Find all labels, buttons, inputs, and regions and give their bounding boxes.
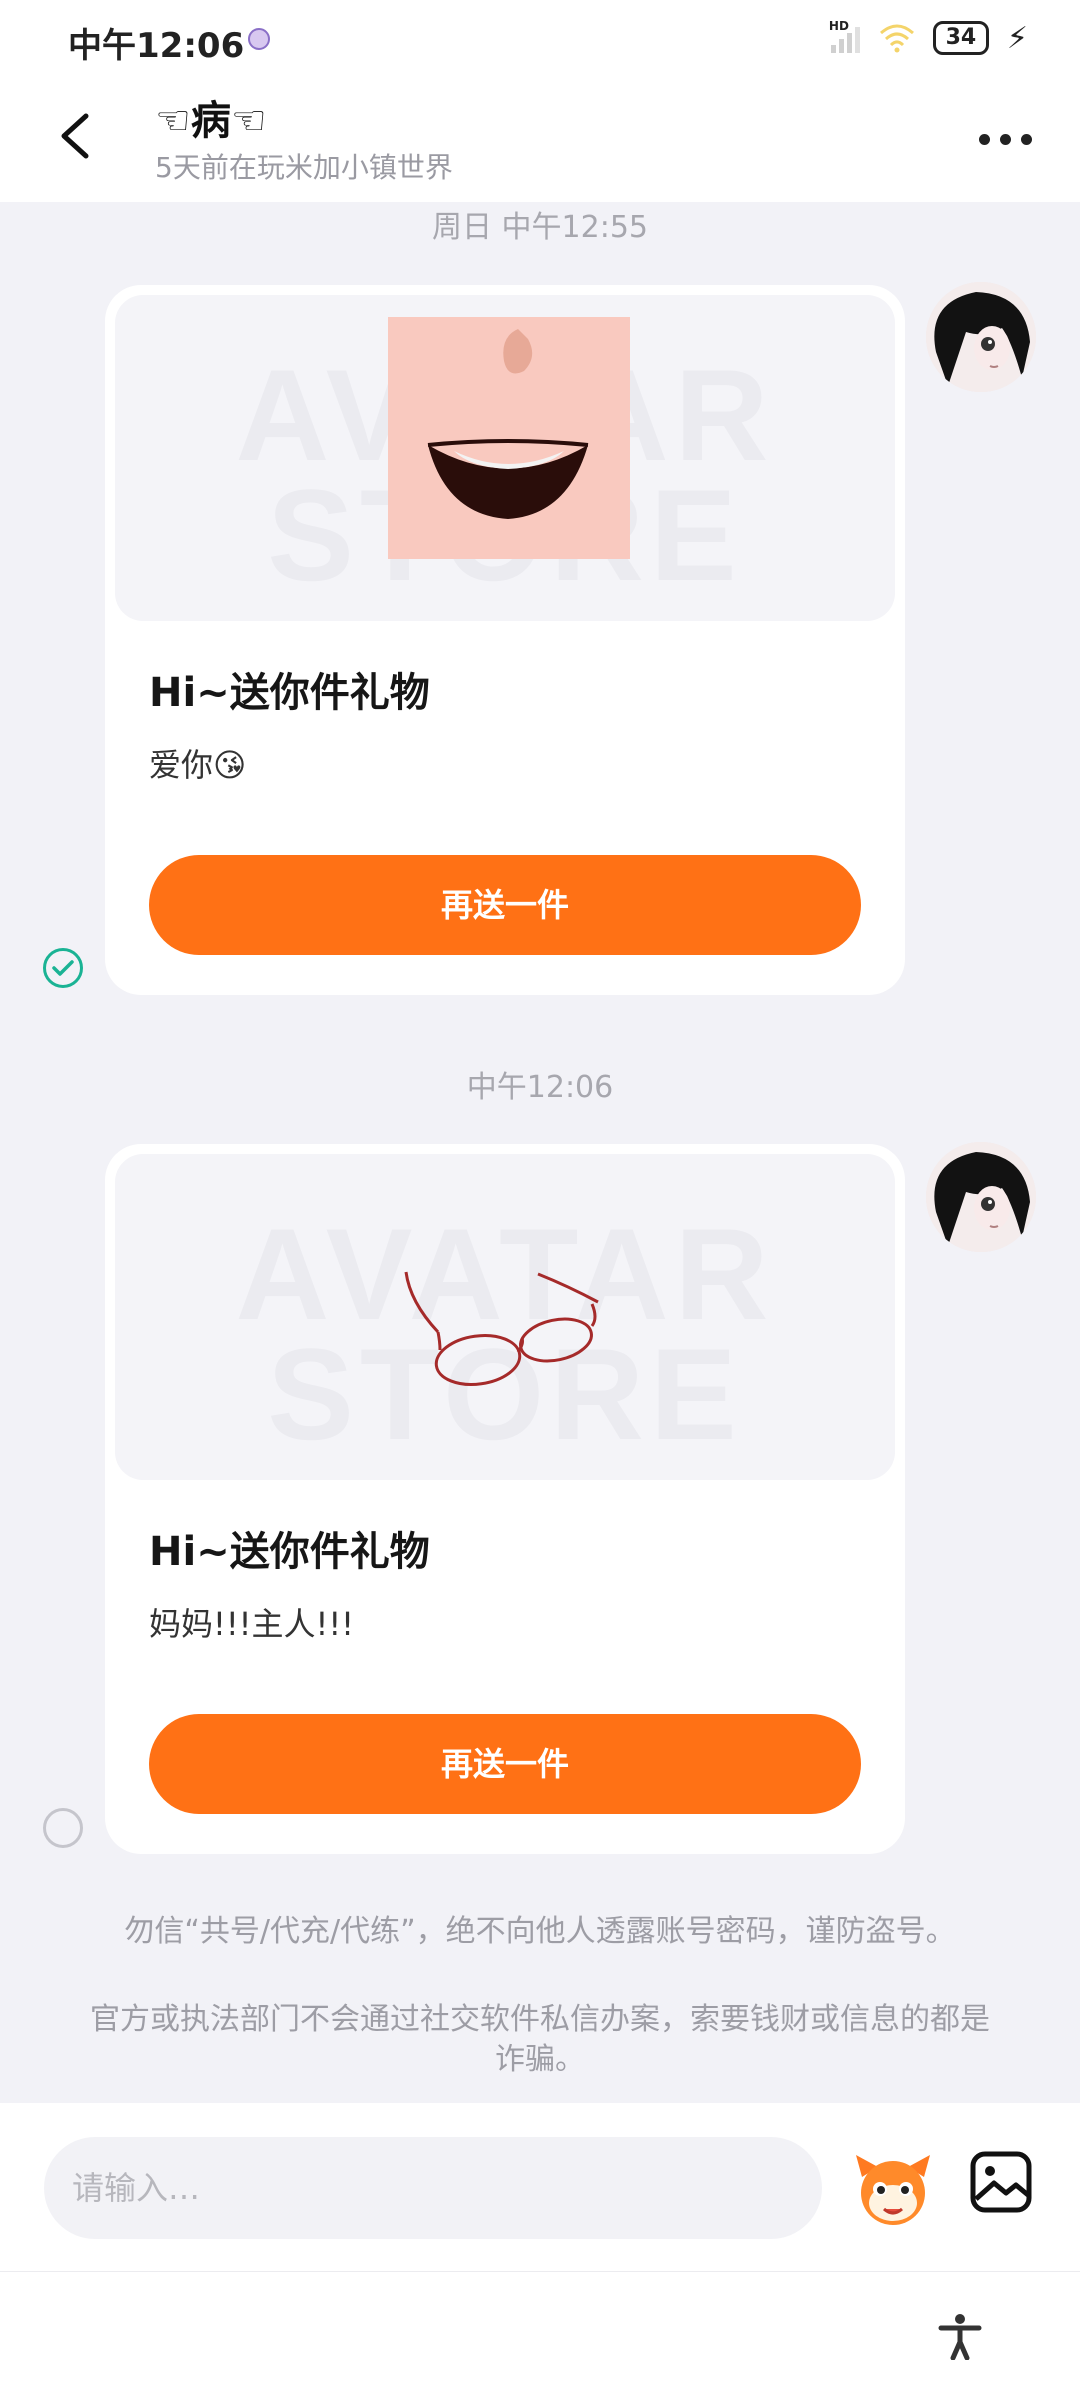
gift-card: AVATAR STORE Hi~送你件礼物 妈妈!!!主人!!! 再送一件: [105, 1144, 905, 1854]
sticker-button[interactable]: [852, 2147, 934, 2229]
more-options-button[interactable]: [970, 114, 1040, 164]
battery-indicator: 34: [932, 21, 989, 55]
status-bar: 中午12:06 HD 34 ⚡: [0, 0, 1080, 78]
mascot-sticker-icon: [856, 2155, 930, 2225]
user-avatar-image: [926, 282, 1036, 392]
message-select-checkbox[interactable]: [43, 1808, 83, 1848]
avatar[interactable]: [926, 282, 1036, 392]
contact-status: 5天前在玩米加小镇世界: [155, 151, 453, 184]
message-selected-checkbox[interactable]: [43, 948, 83, 988]
network-type-label: HD: [828, 19, 849, 33]
safety-notice: 勿信“共号/代充/代练”，绝不向他人透露账号密码，谨防盗号。: [124, 1914, 956, 1949]
charging-icon: ⚡: [1006, 20, 1028, 56]
message-input-bar: [0, 2103, 1080, 2271]
card-title: Hi~送你件礼物: [149, 1529, 430, 1575]
accessibility-button[interactable]: [937, 2312, 983, 2361]
send-again-button[interactable]: 再送一件: [149, 855, 861, 955]
gift-image[interactable]: AVATAR STORE: [115, 295, 895, 621]
user-avatar-image: [926, 1142, 1036, 1252]
message-input[interactable]: [44, 2137, 822, 2239]
chat-header: ☜病☜ 5天前在玩米加小镇世界: [0, 78, 1080, 202]
status-time: 中午12:06: [68, 26, 245, 66]
message-timestamp: 中午12:06: [466, 1070, 614, 1105]
back-button[interactable]: [50, 106, 100, 166]
gift-card: AVATAR STORE Hi~送你件礼物 爱你😘 再送一件: [105, 285, 905, 995]
chevron-left-icon: [61, 113, 89, 159]
message-timestamp: 周日 中午12:55: [432, 210, 648, 245]
image-icon: [970, 2151, 1032, 2213]
gift-image[interactable]: AVATAR STORE: [115, 1154, 895, 1480]
glasses-gift-icon: [404, 1271, 599, 1386]
checkmark-icon: [52, 960, 74, 976]
status-icons: HD 34 ⚡: [829, 16, 1028, 60]
card-message: 妈妈!!!主人!!!: [149, 1605, 354, 1643]
avatar[interactable]: [926, 1142, 1036, 1252]
mouth-gift-icon: [388, 317, 630, 559]
contact-name[interactable]: ☜病☜: [155, 88, 267, 146]
card-message: 爱你😘: [149, 746, 247, 784]
send-image-button[interactable]: [968, 2149, 1034, 2215]
more-dots-icon: [978, 133, 990, 145]
bottom-bar: [0, 2271, 1080, 2400]
fraud-notice: 官方或执法部门不会通过社交软件私信办案，索要钱财或信息的都是诈骗。: [90, 2002, 990, 2077]
signal-icon: HD: [829, 19, 861, 53]
send-again-button[interactable]: 再送一件: [149, 1714, 861, 1814]
card-title: Hi~送你件礼物: [149, 670, 430, 716]
wifi-icon: [879, 23, 915, 53]
app-notification-icon: [248, 28, 270, 50]
accessibility-icon: [938, 2314, 982, 2361]
